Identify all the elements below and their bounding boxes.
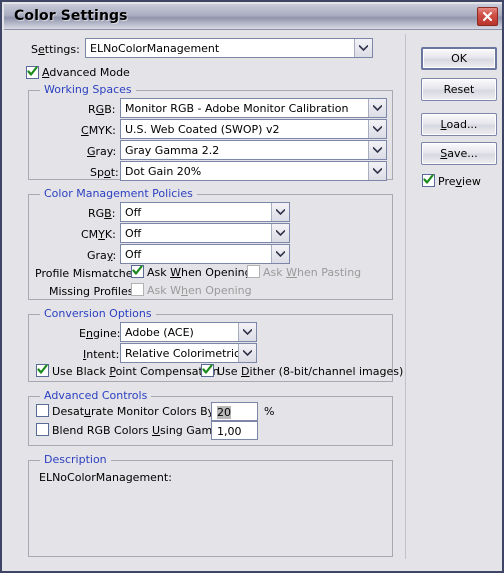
policy-gray-combo[interactable]: Off <box>120 244 290 264</box>
working-rgb-label: RGB: <box>88 103 116 116</box>
settings-combo-value: ELNoColorManagement <box>90 42 220 55</box>
profile-mismatches-ask-pasting-label: Ask When Pasting <box>263 266 362 279</box>
desaturate-value-text: 20 <box>217 406 231 419</box>
intent-label: Intent: <box>83 348 120 361</box>
desaturate-monitor-colors-checkbox[interactable] <box>36 404 49 417</box>
working-gray-value: Gray Gamma 2.2 <box>125 144 220 157</box>
working-rgb-value: Monitor RGB - Adobe Monitor Calibration <box>125 102 349 115</box>
profile-mismatches-label: Profile Mismatches: <box>35 267 142 280</box>
advanced-mode-checkbox[interactable] <box>26 66 39 79</box>
checkmark-icon <box>37 364 48 374</box>
window-title: Color Settings <box>14 8 128 24</box>
desaturate-monitor-colors-label: Desaturate Monitor Colors By: <box>52 405 218 418</box>
advanced-mode-label: Advanced Mode <box>42 66 130 79</box>
preview-label: Preview <box>438 175 481 188</box>
policy-gray-value: Off <box>125 248 142 261</box>
chevron-down-icon[interactable] <box>238 323 256 341</box>
missing-profiles-ask-opening-checkbox[interactable] <box>131 283 144 296</box>
blend-gamma-value-input[interactable]: 1,00 <box>211 421 258 440</box>
advanced-controls-legend: Advanced Controls <box>40 390 152 402</box>
policy-rgb-label: RGB: <box>88 207 116 220</box>
intent-combo[interactable]: Relative Colorimetric <box>120 343 257 363</box>
description-text: ELNoColorManagement: <box>39 471 172 484</box>
chevron-down-icon[interactable] <box>238 344 256 362</box>
use-dither-checkbox[interactable] <box>201 364 214 377</box>
close-button[interactable] <box>477 7 498 26</box>
ok-button[interactable]: OK <box>421 47 497 70</box>
checkmark-icon <box>423 174 434 184</box>
save-button[interactable]: Save... <box>421 142 497 165</box>
description-legend: Description <box>40 454 111 466</box>
preview-checkbox[interactable] <box>422 174 435 187</box>
intent-value: Relative Colorimetric <box>125 347 239 360</box>
profile-mismatches-ask-opening-checkbox[interactable] <box>131 265 144 278</box>
engine-combo[interactable]: Adobe (ACE) <box>120 322 257 342</box>
working-cmyk-combo[interactable]: U.S. Web Coated (SWOP) v2 <box>120 119 387 139</box>
working-cmyk-label: CMYK: <box>81 124 116 137</box>
profile-mismatches-ask-opening-label: Ask When Opening <box>147 266 252 279</box>
black-point-compensation-label: Use Black Point Compensation <box>52 365 220 378</box>
working-spaces-legend: Working Spaces <box>40 84 136 96</box>
conversion-options-legend: Conversion Options <box>40 308 156 320</box>
chevron-down-icon[interactable] <box>368 141 386 159</box>
blend-rgb-gamma-checkbox[interactable] <box>36 423 49 436</box>
working-spot-combo[interactable]: Dot Gain 20% <box>120 161 387 181</box>
desaturate-value-input[interactable]: 20 <box>211 402 258 421</box>
load-button[interactable]: Load... <box>421 113 497 136</box>
working-gray-combo[interactable]: Gray Gamma 2.2 <box>120 140 387 160</box>
chevron-down-icon[interactable] <box>271 203 289 221</box>
black-point-compensation-checkbox[interactable] <box>36 364 49 377</box>
engine-value: Adobe (ACE) <box>125 326 194 339</box>
blend-rgb-gamma-label: Blend RGB Colors Using Gamma: <box>52 424 234 437</box>
policy-rgb-value: Off <box>125 206 142 219</box>
missing-profiles-label: Missing Profiles: <box>49 285 138 298</box>
engine-label: Engine: <box>79 327 121 340</box>
color-settings-dialog: Color Settings Settings: ELNoColorManage… <box>0 0 504 573</box>
working-cmyk-value: U.S. Web Coated (SWOP) v2 <box>125 123 280 136</box>
policy-rgb-combo[interactable]: Off <box>120 202 290 222</box>
profile-mismatches-ask-pasting-checkbox[interactable] <box>247 265 260 278</box>
use-dither-label: Use Dither (8-bit/channel images) <box>217 365 404 378</box>
chevron-down-icon[interactable] <box>271 224 289 242</box>
close-x-icon <box>482 11 493 22</box>
panel-divider <box>405 34 406 559</box>
policy-cmyk-label: CMYK: <box>81 228 116 241</box>
chevron-down-icon[interactable] <box>368 99 386 117</box>
desaturate-unit-label: % <box>264 405 275 418</box>
checkmark-icon <box>202 364 213 374</box>
working-spot-label: Spot: <box>90 166 119 179</box>
title-bar: Color Settings <box>4 4 502 30</box>
policies-legend: Color Management Policies <box>40 188 197 200</box>
checkmark-icon <box>27 66 38 76</box>
reset-button[interactable]: Reset <box>421 78 497 101</box>
working-spot-value: Dot Gain 20% <box>125 165 202 178</box>
checkmark-icon <box>132 265 143 275</box>
policy-gray-label: Gray: <box>87 249 117 262</box>
chevron-down-icon[interactable] <box>368 120 386 138</box>
chevron-down-icon[interactable] <box>354 39 372 57</box>
chevron-down-icon[interactable] <box>368 162 386 180</box>
settings-label: Settings: <box>31 43 80 56</box>
chevron-down-icon[interactable] <box>271 245 289 263</box>
working-gray-label: Gray: <box>87 145 117 158</box>
working-rgb-combo[interactable]: Monitor RGB - Adobe Monitor Calibration <box>120 98 387 118</box>
policy-cmyk-value: Off <box>125 227 142 240</box>
settings-combo[interactable]: ELNoColorManagement <box>85 38 373 58</box>
missing-profiles-ask-opening-label: Ask When Opening <box>147 284 252 297</box>
policy-cmyk-combo[interactable]: Off <box>120 223 290 243</box>
